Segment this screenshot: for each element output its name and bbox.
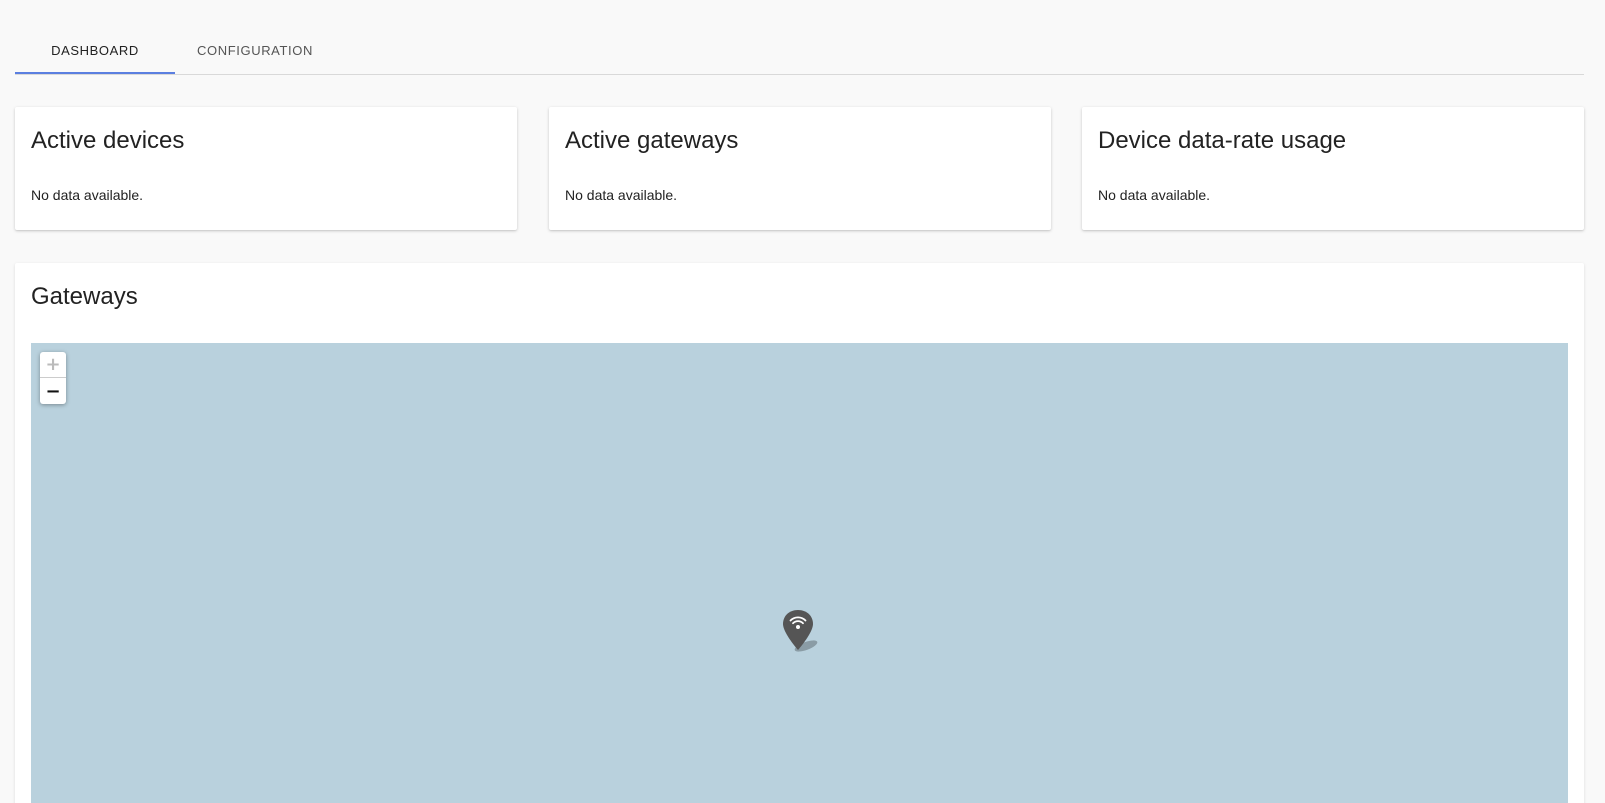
zoom-out-button[interactable]: − [40, 378, 66, 404]
active-gateways-card: Active gateways No data available. [549, 107, 1051, 230]
tab-bar: DASHBOARD CONFIGURATION [15, 28, 1584, 75]
tab-dashboard[interactable]: DASHBOARD [15, 28, 175, 74]
active-devices-title: Active devices [31, 127, 185, 154]
device-data-rate-title: Device data-rate usage [1098, 127, 1347, 154]
device-data-rate-card: Device data-rate usage No data available… [1082, 107, 1584, 230]
active-devices-card: Active devices No data available. [15, 107, 517, 230]
active-gateways-title: Active gateways [565, 127, 739, 154]
gateways-map[interactable]: + − [31, 343, 1568, 803]
zoom-control: + − [40, 352, 66, 404]
device-data-rate-empty-text: No data available. [1098, 187, 1211, 203]
tab-configuration[interactable]: CONFIGURATION [175, 28, 335, 73]
dashboard-page: DASHBOARD CONFIGURATION Active devices N… [0, 0, 1605, 803]
gateway-marker[interactable] [782, 608, 822, 656]
active-devices-empty-text: No data available. [31, 187, 144, 203]
gateways-title: Gateways [31, 283, 138, 310]
zoom-in-button[interactable]: + [40, 352, 66, 378]
gateways-card: Gateways + − [15, 263, 1584, 803]
wifi-pin-icon [783, 610, 818, 652]
active-gateways-empty-text: No data available. [565, 187, 678, 203]
